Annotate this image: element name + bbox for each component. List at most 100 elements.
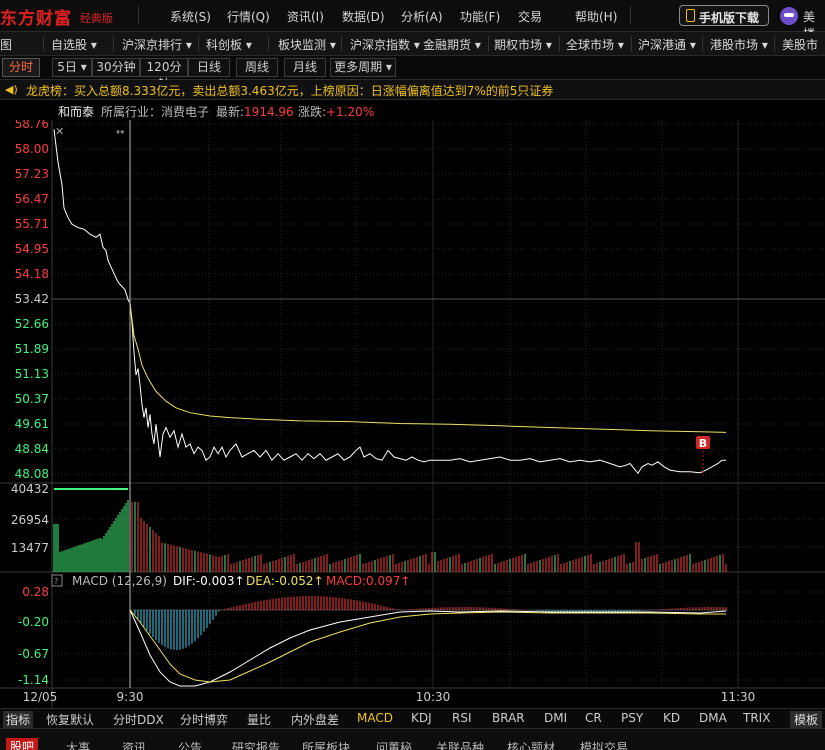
indicator-game[interactable]: 分时博弈 [180,711,228,728]
period-monthly[interactable]: 月线 [284,58,326,77]
menu-trade[interactable]: 交易 [518,8,542,25]
nav-separator [774,36,775,52]
period-5day[interactable]: 5日 ▾ [52,58,92,77]
menu-bar: 东方财富 经典版 系统(S) 行情(Q) 资讯(I) 数据(D) 分析(A) 功… [0,0,825,41]
market-nav-options[interactable]: 期权市场 ▾ [494,36,552,53]
edition-label: 经典版 [80,12,113,25]
macd-axis: 0.28 -0.20 -0.67 -1.14 [18,585,49,687]
tab-events[interactable]: 大事 [66,739,90,750]
announcement-text[interactable]: 龙虎榜：买入总额8.333亿元，卖出总额3.463亿元，上榜原因：日涨幅偏离值达… [26,82,553,99]
tab-forum[interactable]: 股吧 [6,738,39,750]
menu-help[interactable]: 帮助(H) [575,8,617,25]
time-tick-label: 12/05 [23,690,58,704]
indicator-dma[interactable]: DMA [699,711,727,725]
indicator-macd[interactable]: MACD [357,711,393,725]
macd-tick-label: -0.20 [18,615,49,629]
tab-announcements[interactable]: 公告 [178,739,202,750]
announcement-bar: ◀) 龙虎榜：买入总额8.333亿元，卖出总额3.463亿元，上榜原因：日涨幅偏… [0,80,825,100]
time-axis: 12/05 9:30 10:30 11:30 [23,690,756,704]
volume-tick-label: 26954 [11,513,49,527]
macd-dif-line [129,609,727,687]
indicator-trix[interactable]: TRIX [743,711,770,725]
period-intraday[interactable]: 分时 [2,58,40,77]
tab-themes[interactable]: 核心题材 [507,739,555,750]
time-tick-label: 11:30 [721,690,756,704]
chart-grid [0,120,825,708]
price-tick-label: 52.66 [15,317,49,331]
period-30min[interactable]: 30分钟 [92,58,140,77]
indicator-kdj[interactable]: KDJ [411,711,432,725]
bottom-tabs: 股吧 大事 资讯 公告 研究报告 所属板块 问董秘 关联品种 核心题材 模拟交易 [0,728,825,750]
volume-tick-label: 40432 [11,482,49,496]
intraday-chart[interactable]: 58.76 58.00 57.23 56.47 55.71 54.95 54.18 53.42… [0,120,825,708]
period-more[interactable]: 更多周期 ▾ [330,58,396,77]
macd-dif: DIF:-0.003↑ [173,574,245,588]
period-weekly[interactable]: 周线 [236,58,278,77]
indicator-ddx[interactable]: 分时DDX [113,711,164,728]
stock-name: 和而泰 [58,105,95,119]
mobile-download-button[interactable]: 手机版下载 [679,5,769,26]
market-nav-index[interactable]: 沪深京指数 ▾ [350,36,420,53]
indicator-reset[interactable]: 恢复默认 [46,711,94,728]
tab-ask-secretary[interactable]: 问董秘 [376,739,412,750]
market-nav-connect[interactable]: 沪深港通 ▾ [638,36,696,53]
market-nav-global[interactable]: 全球市场 ▾ [566,36,624,53]
tab-simulated-trade[interactable]: 模拟交易 [580,739,628,750]
latest-label: 最新: [216,105,245,119]
tab-research[interactable]: 研究报告 [232,739,280,750]
market-nav-watchlist[interactable]: 自选股 ▾ [51,36,97,53]
price-tick-label: 58.76 [15,120,49,131]
menu-system[interactable]: 系统(S) [170,8,211,25]
market-nav-ranking[interactable]: 沪深京排行 ▾ [122,36,192,53]
price-tick-label: 51.89 [15,342,49,356]
indicator-psy[interactable]: PSY [621,711,643,725]
menu-functions[interactable]: 功能(F) [460,8,500,25]
menu-analysis[interactable]: 分析(A) [401,8,443,25]
market-nav-overview[interactable]: 总图 [0,36,12,53]
close-icon: ✕ [55,125,64,138]
macd-plot [129,596,728,687]
menu-data[interactable]: 数据(D) [342,8,385,25]
tab-news[interactable]: 资讯 [122,739,146,750]
indicator-inner-outer[interactable]: 内外盘差 [291,711,339,728]
average-price-line [129,302,727,433]
macd-value: MACD:0.097↑ [326,574,410,588]
template-button[interactable]: 模板 [789,711,822,728]
macd-tick-label: -1.14 [18,673,49,687]
menu-news[interactable]: 资讯(I) [287,8,324,25]
price-tick-label: 50.37 [15,392,49,406]
nav-separator [198,36,199,52]
industry-value: 消费电子 [161,105,210,119]
macd-tick-label: 0.28 [22,585,49,599]
macd-settings-glyph: ? [54,577,58,586]
market-nav-futures[interactable]: 金融期货 ▾ [423,36,481,53]
indicator-cr[interactable]: CR [585,711,602,725]
indicator-dmi[interactable]: DMI [544,711,567,725]
market-nav-hk[interactable]: 港股市场 ▾ [710,36,768,53]
nav-separator [113,36,114,52]
price-tick-label: 58.00 [15,142,49,156]
macd-label: MACD (12,26,9) [72,574,167,588]
user-avatar[interactable] [780,7,798,25]
tab-sectors[interactable]: 所属板块 [302,739,350,750]
indicator-volume-ratio[interactable]: 量比 [247,711,271,728]
price-line [53,129,726,475]
market-nav-sector-monitor[interactable]: 板块监测 ▾ [278,36,336,53]
menu-separator [630,6,631,24]
indicator-kd[interactable]: KD [663,711,680,725]
indicator-bar: 指标 恢复默认 分时DDX 分时博弈 量比 内外盘差 MACD KDJ RSI … [0,708,825,728]
latest-value: 1914.96 [244,105,294,119]
period-120min[interactable]: 120分钟 [140,58,188,91]
indicator-brar[interactable]: BRAR [492,711,525,725]
indicator-rsi[interactable]: RSI [452,711,472,725]
market-nav-star-market[interactable]: 科创板 ▾ [206,36,252,53]
volume-axis: 40432 26954 13477 [11,482,49,555]
time-tick-label: 10:30 [416,690,451,704]
macd-dea: DEA:-0.052↑ [246,574,324,588]
menu-quotes[interactable]: 行情(Q) [227,8,270,25]
tab-related[interactable]: 关联品种 [436,739,484,750]
phone-icon [686,9,695,22]
industry-label: 所属行业： [101,105,162,119]
period-daily[interactable]: 日线 [188,58,230,77]
menu-separator [138,6,139,24]
